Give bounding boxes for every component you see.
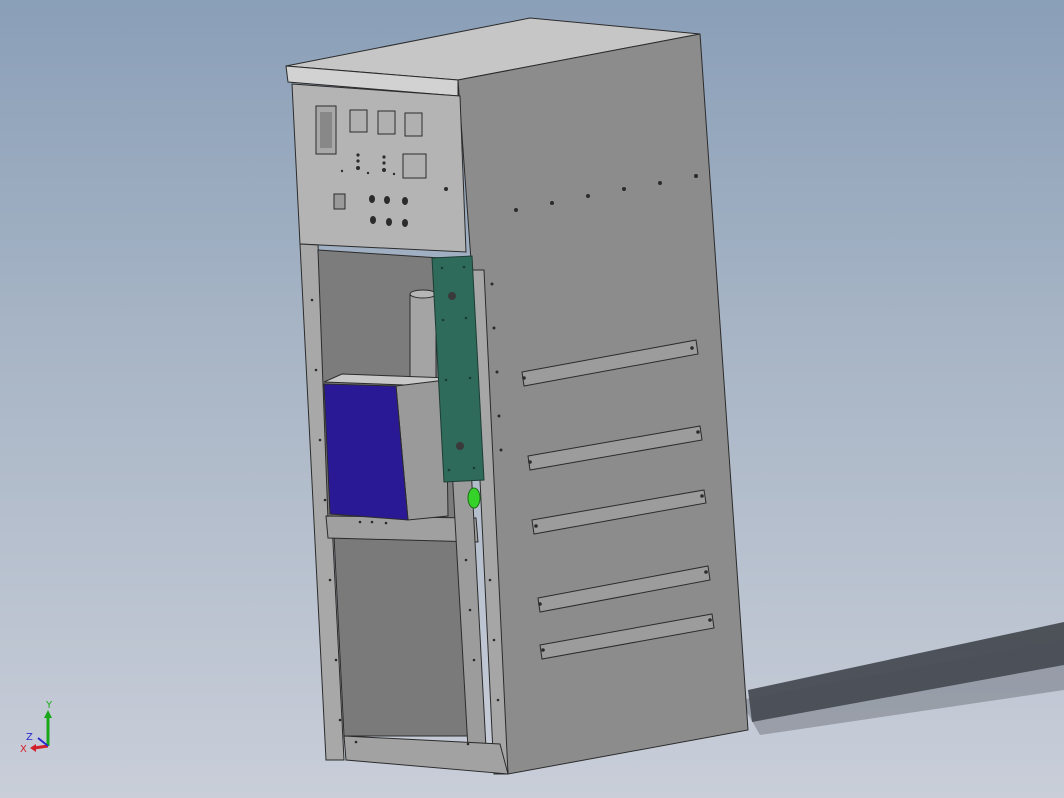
triad-x-axis [33, 744, 49, 750]
triad-y-label: Y [45, 700, 53, 711]
meter-cutout-3 [404, 112, 423, 137]
coordinate-triad[interactable]: Y X Z [20, 700, 53, 755]
meter-cutout-4 [402, 153, 427, 179]
triad-z-label: Z [26, 732, 33, 743]
triad-x-arrow [30, 744, 36, 752]
switch-cutout [333, 193, 346, 210]
triad-x-label: X [20, 744, 27, 755]
3d-viewport[interactable]: Y X Z [0, 0, 1064, 798]
component-box-blue-face[interactable] [323, 383, 409, 521]
display-cutout-inner [320, 112, 332, 148]
meter-cutout-1 [349, 109, 368, 133]
bus-bar-hole-bottom [456, 442, 464, 450]
cylinder-top [409, 289, 437, 299]
green-component [467, 487, 481, 509]
meter-cutout-2 [377, 110, 396, 135]
cylinder-component[interactable] [409, 293, 437, 385]
cabinet-3d-model[interactable]: Y X Z [0, 0, 1064, 798]
triad-y-arrow [44, 710, 52, 718]
bus-bar-hole-top [448, 292, 456, 300]
